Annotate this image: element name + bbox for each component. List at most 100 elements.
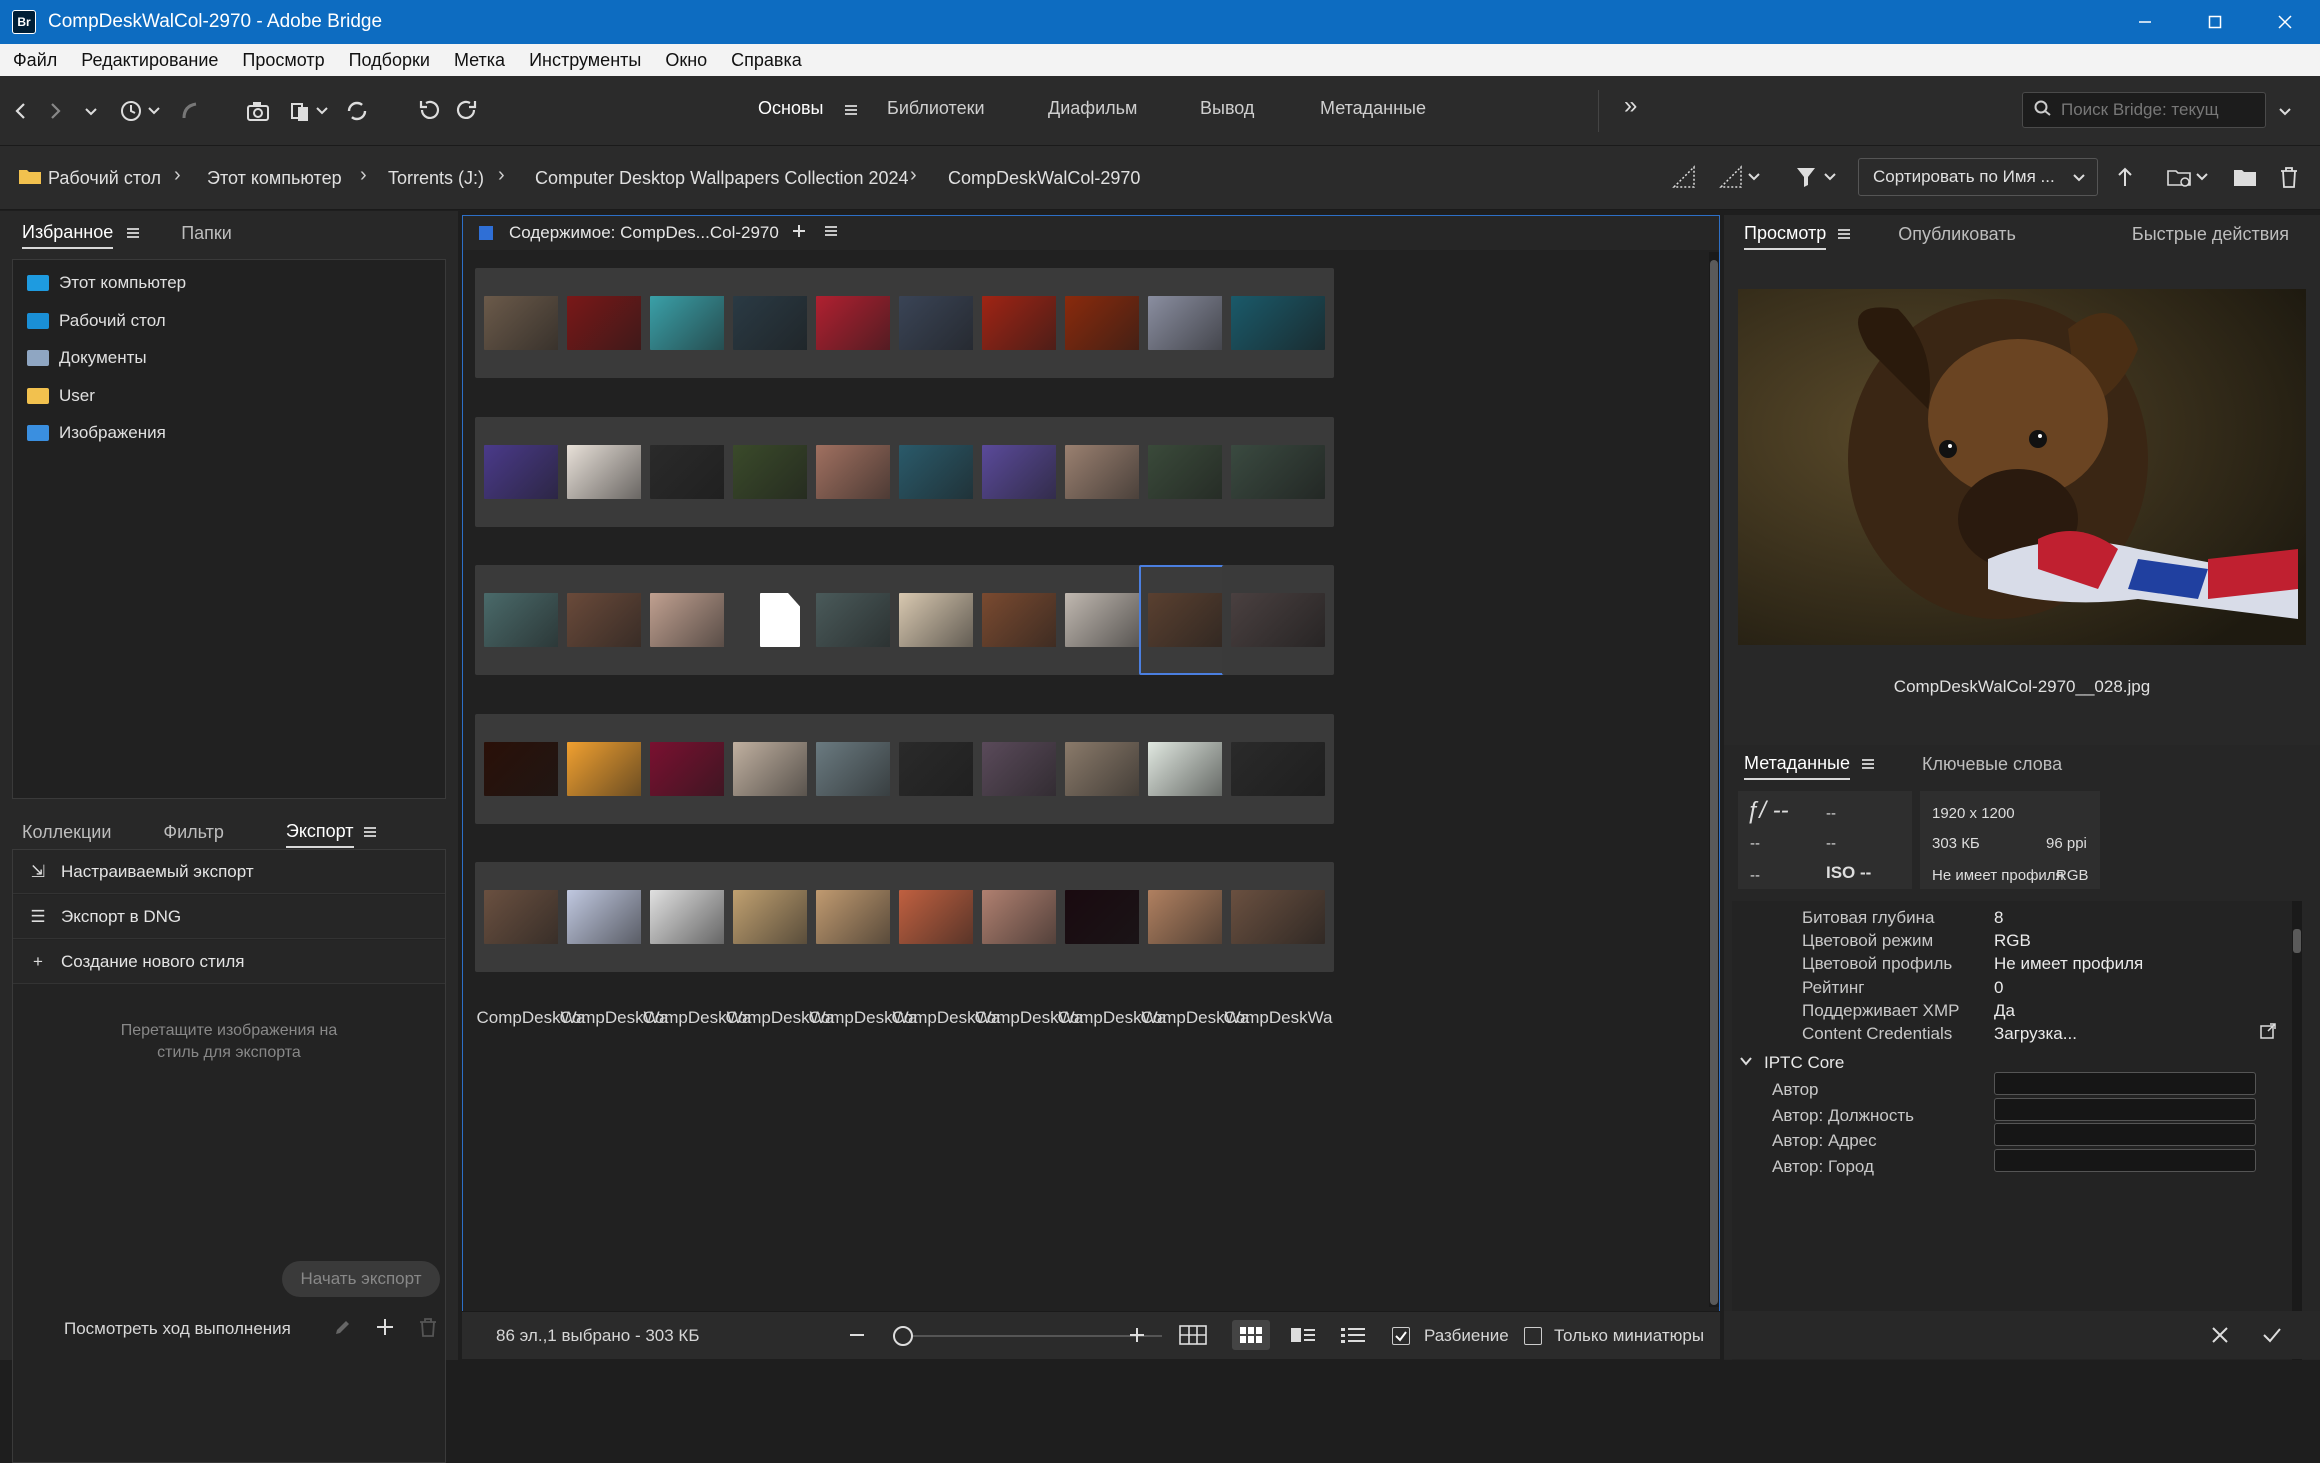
- tab-publish[interactable]: Опубликовать: [1898, 224, 2016, 249]
- iptc-field-input[interactable]: [1994, 1097, 2256, 1121]
- content-scrollbar[interactable]: [1709, 252, 1719, 1307]
- camera-import-icon[interactable]: [244, 96, 274, 126]
- panel-menu-icon[interactable]: [362, 824, 378, 845]
- metadata-scrollbar[interactable]: [2292, 901, 2302, 1360]
- minimize-button[interactable]: [2110, 0, 2180, 44]
- breadcrumb[interactable]: Этот компьютер: [207, 168, 342, 189]
- back-icon[interactable]: [6, 96, 36, 126]
- boomerang-icon[interactable]: [174, 96, 204, 126]
- menu-item[interactable]: Редактирование: [81, 50, 218, 71]
- quality-icon[interactable]: [1670, 162, 1700, 192]
- recent-folders-icon[interactable]: [2166, 162, 2216, 192]
- tab-output[interactable]: Вывод: [1200, 98, 1254, 119]
- breadcrumb[interactable]: Рабочий стол: [48, 168, 161, 189]
- tab-metadata[interactable]: Метаданные: [1320, 98, 1426, 119]
- grid-lock-icon[interactable]: [1178, 1324, 1208, 1351]
- filter-icon[interactable]: [1794, 162, 1844, 192]
- tab-collections[interactable]: Коллекции: [22, 822, 111, 847]
- panel-menu-icon[interactable]: [125, 225, 141, 246]
- rotate-left-icon[interactable]: [414, 96, 444, 126]
- workspace-menu-icon[interactable]: [836, 95, 866, 125]
- favorite-item[interactable]: Документы: [27, 343, 147, 373]
- menu-item[interactable]: Просмотр: [242, 50, 324, 71]
- favorite-item[interactable]: Этот компьютер: [27, 268, 186, 298]
- search-input[interactable]: Поиск Bridge: текущ: [2022, 92, 2266, 128]
- split-checkbox[interactable]: [1392, 1327, 1410, 1345]
- forward-icon[interactable]: [40, 96, 70, 126]
- panel-menu-icon[interactable]: [1836, 226, 1852, 247]
- menu-item[interactable]: Инструменты: [529, 50, 641, 71]
- thumbnail-item[interactable]: CompDeskWa: [1222, 862, 1334, 1030]
- search-options-icon[interactable]: [2270, 96, 2300, 126]
- preview-image[interactable]: [1738, 289, 2306, 645]
- rotate-right-icon[interactable]: [452, 96, 482, 126]
- thumbnail-frame[interactable]: [1222, 713, 1334, 824]
- tab-export[interactable]: Экспорт: [285, 821, 354, 848]
- maximize-button[interactable]: [2180, 0, 2250, 44]
- iptc-field-input[interactable]: [1994, 1148, 2256, 1172]
- tab-essentials[interactable]: Основы: [758, 98, 823, 119]
- new-folder-icon[interactable]: [2230, 162, 2260, 192]
- scrollbar-thumb[interactable]: [1710, 260, 1718, 1305]
- breadcrumb[interactable]: Torrents (J:): [388, 168, 484, 189]
- rating-filter-icon[interactable]: [1718, 162, 1768, 192]
- export-preset[interactable]: ⇲ Настраиваемый экспорт: [13, 850, 445, 894]
- thumbnail-frame[interactable]: [1222, 862, 1334, 972]
- export-preset[interactable]: + Создание нового стиля: [13, 940, 445, 984]
- tab-folders[interactable]: Папки: [181, 223, 232, 248]
- trash-icon[interactable]: [418, 1316, 438, 1343]
- menu-item[interactable]: Файл: [13, 50, 57, 71]
- zoom-in-icon[interactable]: [1128, 1326, 1146, 1349]
- refine-icon[interactable]: [288, 96, 334, 126]
- more-workspaces-button[interactable]: »: [1624, 92, 1637, 120]
- tab-filmstrip[interactable]: Диафильм: [1048, 98, 1137, 119]
- thumbnail-frame[interactable]: [1222, 416, 1334, 527]
- sort-dropdown[interactable]: Сортировать по Имя ...: [1858, 158, 2098, 196]
- iptc-field-input[interactable]: [1994, 1123, 2256, 1146]
- start-export-button[interactable]: Начать экспорт: [282, 1261, 440, 1297]
- tab-libraries[interactable]: Библиотеки: [887, 98, 985, 119]
- cancel-icon[interactable]: [2210, 1325, 2230, 1350]
- thumbnail-frame[interactable]: [1222, 565, 1334, 675]
- menu-item[interactable]: Справка: [731, 50, 802, 71]
- menu-item[interactable]: Окно: [665, 50, 707, 71]
- sort-ascending-icon[interactable]: [2110, 162, 2140, 192]
- sync-icon[interactable]: [342, 96, 372, 126]
- menu-item[interactable]: Метка: [454, 50, 505, 71]
- view-progress-link[interactable]: Посмотреть ход выполнения: [64, 1319, 291, 1339]
- trash-icon[interactable]: [2274, 162, 2304, 192]
- new-tab-icon[interactable]: [791, 223, 807, 244]
- favorite-item[interactable]: User: [27, 381, 95, 411]
- view-details-icon[interactable]: [1290, 1326, 1316, 1349]
- scrollbar-thumb[interactable]: [2293, 929, 2301, 953]
- breadcrumb[interactable]: Computer Desktop Wallpapers Collection 2…: [535, 168, 909, 189]
- chevron-down-icon[interactable]: [76, 96, 106, 126]
- tab-metadata-panel[interactable]: Метаданные: [1744, 753, 1851, 780]
- close-button[interactable]: [2250, 0, 2320, 44]
- apply-icon[interactable]: [2262, 1325, 2282, 1350]
- export-preset[interactable]: ☰ Экспорт в DNG: [13, 895, 445, 939]
- tab-favorites[interactable]: Избранное: [22, 222, 114, 249]
- tab-keywords[interactable]: Ключевые слова: [1922, 754, 2062, 779]
- thumbnails-only-checkbox[interactable]: [1524, 1327, 1542, 1345]
- view-thumbnails-icon[interactable]: [1232, 1320, 1270, 1350]
- tab-quick-actions[interactable]: Быстрые действия: [2132, 224, 2289, 249]
- panel-menu-icon[interactable]: [823, 223, 839, 244]
- recent-icon[interactable]: [116, 96, 166, 126]
- iptc-field-input[interactable]: [1994, 1072, 2256, 1095]
- open-external-icon[interactable]: [2260, 1023, 2276, 1044]
- edit-icon[interactable]: [332, 1318, 352, 1343]
- favorite-item[interactable]: Рабочий стол: [27, 306, 166, 336]
- panel-menu-icon[interactable]: [1860, 756, 1876, 777]
- zoom-out-icon[interactable]: [848, 1326, 866, 1349]
- thumbnail-size-slider[interactable]: [893, 1326, 1162, 1346]
- tab-filter[interactable]: Фильтр: [163, 822, 223, 847]
- breadcrumb[interactable]: CompDeskWalCol-2970: [948, 168, 1140, 189]
- favorite-item[interactable]: Изображения: [27, 418, 166, 448]
- menu-item[interactable]: Подборки: [349, 50, 430, 71]
- slider-handle[interactable]: [893, 1326, 913, 1346]
- tab-preview[interactable]: Просмотр: [1744, 223, 1827, 250]
- view-list-icon[interactable]: [1340, 1326, 1366, 1349]
- thumbnail-frame[interactable]: [1222, 268, 1334, 378]
- add-icon[interactable]: [374, 1316, 396, 1343]
